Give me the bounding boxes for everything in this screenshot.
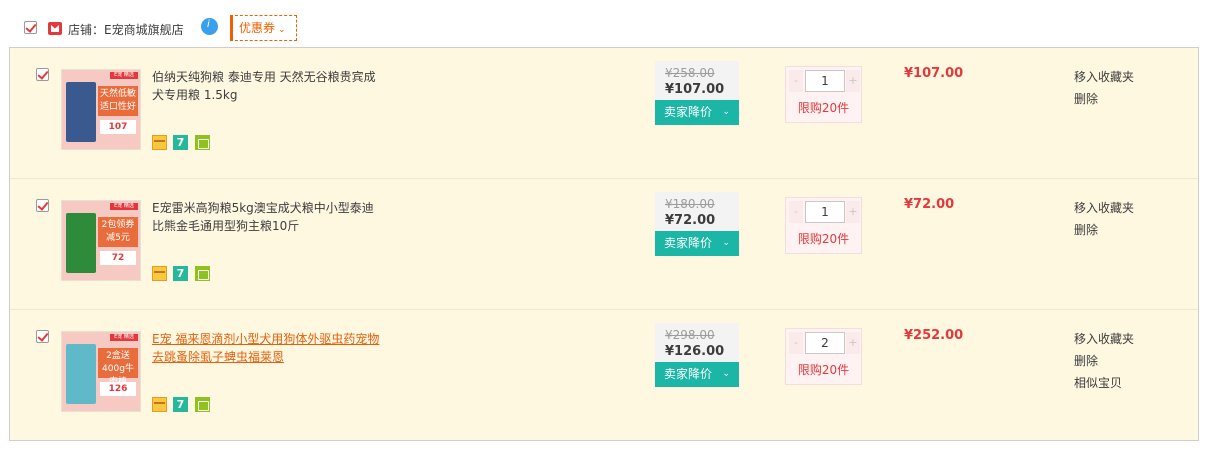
product-box-image: [66, 344, 96, 404]
similar-items-link[interactable]: 相似宝贝: [1074, 372, 1134, 394]
seven-day-return-icon[interactable]: 7: [173, 397, 188, 412]
thumb-promo-badge: 天然低敏 适口性好: [98, 86, 138, 116]
coupon-label: 优惠券: [239, 21, 276, 35]
product-title[interactable]: E宠雷米高狗粮5kg澳宝成犬粮中小型泰迪比熊金毛通用型狗主粮10斤: [152, 199, 382, 235]
item-select-checkbox[interactable]: [36, 199, 49, 212]
item-actions: 移入收藏夹 删除: [1074, 66, 1134, 110]
chevron-down-icon: ⌄: [722, 238, 730, 248]
item-select-checkbox[interactable]: [36, 330, 49, 343]
delete-link[interactable]: 删除: [1074, 88, 1134, 110]
guarantee-bag-icon[interactable]: [195, 397, 210, 412]
item-subtotal: ¥72.00: [904, 197, 955, 212]
seven-day-return-icon[interactable]: 7: [173, 135, 188, 150]
credit-card-icon[interactable]: [152, 135, 167, 150]
product-bag-image: [66, 213, 96, 273]
purchase-limit-label: 限购20件: [797, 101, 850, 115]
thumb-price-tag: 126: [100, 382, 136, 396]
tmall-shop-icon: [48, 22, 62, 35]
chat-icon[interactable]: [201, 18, 218, 35]
thumb-brand-tag: E宠 精选: [110, 72, 138, 79]
current-price: ¥126.00: [665, 344, 725, 359]
quantity-input[interactable]: 1: [805, 201, 845, 223]
original-price: ¥258.00: [665, 66, 715, 80]
thumb-brand-tag: E宠 精选: [110, 203, 138, 210]
shop-select-checkbox[interactable]: [24, 21, 37, 34]
product-title[interactable]: 伯纳天纯狗粮 泰迪专用 天然无谷粮贵宾成犬专用粮 1.5kg: [152, 68, 382, 104]
purchase-limit-label: 限购20件: [797, 363, 850, 377]
chevron-down-icon: ⌄: [278, 25, 286, 35]
product-thumbnail[interactable]: E宠 精选 2盒送 400g牛肉棒 126: [61, 331, 141, 412]
shop-name-label[interactable]: 店铺：E宠商城旗舰店: [68, 21, 184, 38]
move-to-favorites-link[interactable]: 移入收藏夹: [1074, 197, 1134, 219]
thumb-brand-tag: E宠 精选: [110, 334, 138, 341]
increase-quantity-button[interactable]: +: [846, 70, 860, 92]
item-select-checkbox[interactable]: [36, 68, 49, 81]
increase-quantity-button[interactable]: +: [846, 332, 860, 354]
coupon-button[interactable]: 优惠券 ⌄: [230, 15, 297, 41]
order-items-container: E宠 精选 天然低敏 适口性好 107 伯纳天纯狗粮 泰迪专用 天然无谷粮贵宾成…: [9, 47, 1199, 441]
seller-price-drop-button[interactable]: 卖家降价 ⌄: [655, 362, 739, 387]
decrease-quantity-button[interactable]: -: [789, 70, 803, 92]
item-actions: 移入收藏夹 删除 相似宝贝: [1074, 328, 1134, 394]
cart-item: E宠 精选 天然低敏 适口性好 107 伯纳天纯狗粮 泰迪专用 天然无谷粮贵宾成…: [10, 48, 1198, 179]
move-to-favorites-link[interactable]: 移入收藏夹: [1074, 66, 1134, 88]
product-thumbnail[interactable]: E宠 精选 天然低敏 适口性好 107: [61, 69, 141, 150]
seven-day-return-icon[interactable]: 7: [173, 266, 188, 281]
decrease-quantity-button[interactable]: -: [789, 332, 803, 354]
purchase-limit-label: 限购20件: [797, 232, 850, 246]
decrease-quantity-button[interactable]: -: [789, 201, 803, 223]
item-subtotal: ¥252.00: [904, 328, 964, 343]
guarantee-bag-icon[interactable]: [195, 266, 210, 281]
item-subtotal: ¥107.00: [904, 66, 964, 81]
seller-price-drop-button[interactable]: 卖家降价 ⌄: [655, 231, 739, 256]
original-price: ¥298.00: [665, 328, 715, 342]
original-price: ¥180.00: [665, 197, 715, 211]
product-bag-image: [66, 82, 96, 142]
cart-item: E宠 精选 2包领券 减5元 72 E宠雷米高狗粮5kg澳宝成犬粮中小型泰迪比熊…: [10, 179, 1198, 310]
thumb-promo-badge: 2包领券 减5元: [98, 217, 138, 247]
product-thumbnail[interactable]: E宠 精选 2包领券 减5元 72: [61, 200, 141, 281]
move-to-favorites-link[interactable]: 移入收藏夹: [1074, 328, 1134, 350]
thumb-price-tag: 72: [100, 251, 136, 265]
chevron-down-icon: ⌄: [722, 369, 730, 379]
thumb-promo-badge: 2盒送 400g牛肉棒: [98, 348, 138, 387]
quantity-input[interactable]: 2: [805, 332, 845, 354]
chevron-down-icon: ⌄: [722, 107, 730, 117]
cart-item: E宠 精选 2盒送 400g牛肉棒 126 E宠 福来恩滴剂小型犬用狗体外驱虫药…: [10, 310, 1198, 441]
quantity-input[interactable]: 1: [805, 70, 845, 92]
credit-card-icon[interactable]: [152, 266, 167, 281]
item-actions: 移入收藏夹 删除: [1074, 197, 1134, 241]
quantity-stepper: - 1 + 限购20件: [785, 66, 862, 123]
current-price: ¥72.00: [665, 213, 716, 228]
increase-quantity-button[interactable]: +: [846, 201, 860, 223]
thumb-price-tag: 107: [100, 120, 136, 134]
credit-card-icon[interactable]: [152, 397, 167, 412]
delete-link[interactable]: 删除: [1074, 219, 1134, 241]
price-drop-label: 卖家降价: [664, 105, 713, 119]
current-price: ¥107.00: [665, 82, 725, 97]
quantity-stepper: - 1 + 限购20件: [785, 197, 862, 254]
delete-link[interactable]: 删除: [1074, 350, 1134, 372]
price-drop-label: 卖家降价: [664, 367, 713, 381]
seller-price-drop-button[interactable]: 卖家降价 ⌄: [655, 100, 739, 125]
guarantee-bag-icon[interactable]: [195, 135, 210, 150]
product-title[interactable]: E宠 福来恩滴剂小型犬用狗体外驱虫药宠物去跳蚤除虱子蜱虫福莱恩: [152, 330, 382, 366]
price-drop-label: 卖家降价: [664, 236, 713, 250]
quantity-stepper: - 2 + 限购20件: [785, 328, 862, 385]
shop-header: 店铺：E宠商城旗舰店 优惠券⌄: [0, 14, 1221, 42]
